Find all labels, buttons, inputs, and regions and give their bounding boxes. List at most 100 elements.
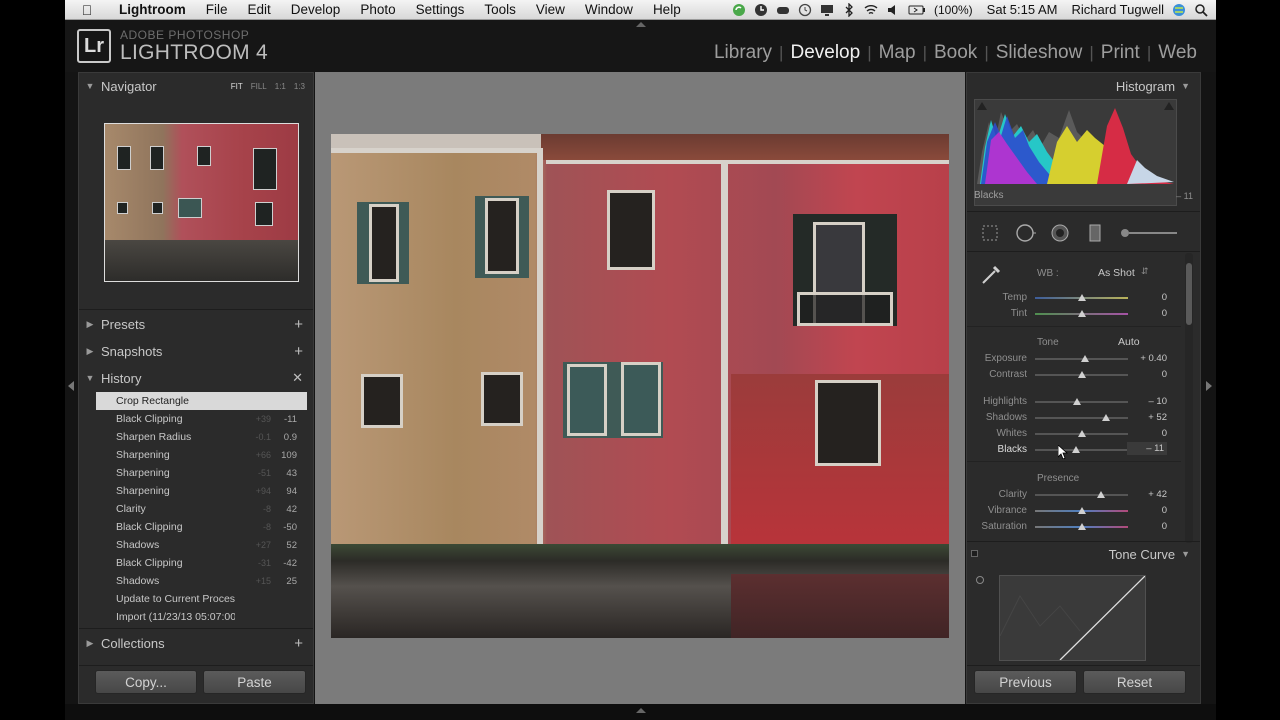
tone-curve-header[interactable]: Tone Curve ▼ [967, 541, 1200, 567]
tone-curve-graph[interactable] [999, 575, 1146, 661]
menu-help[interactable]: Help [643, 2, 691, 17]
history-item[interactable]: Shadows +27 52 [96, 536, 307, 554]
blacks-slider[interactable] [1035, 449, 1128, 451]
add-snapshot-icon[interactable]: + [294, 343, 303, 360]
time-machine-icon[interactable] [798, 3, 812, 17]
zoom-fill[interactable]: FILL [251, 82, 267, 91]
navigator-header[interactable]: ▼ Navigator FIT FILL 1:1 1:3 [79, 73, 313, 99]
gamepad-icon[interactable] [776, 3, 790, 17]
highlights-slider[interactable] [1035, 401, 1128, 403]
vibrance-value[interactable]: 0 [1127, 505, 1167, 516]
zoom-1-3[interactable]: 1:3 [294, 82, 305, 91]
shadow-clipping-icon[interactable] [977, 102, 987, 110]
tint-slider-knob[interactable] [1077, 310, 1086, 317]
scrollbar-thumb[interactable] [1186, 263, 1192, 325]
clock-icon[interactable] [754, 3, 768, 17]
expand-triangle-icon[interactable]: ▶ [79, 346, 101, 357]
saturation-value[interactable]: 0 [1127, 521, 1167, 532]
shadows-slider[interactable] [1035, 417, 1128, 419]
develop-photo[interactable] [331, 134, 949, 638]
whites-value[interactable]: 0 [1127, 428, 1167, 439]
expand-triangle-icon[interactable]: ▶ [79, 319, 101, 330]
history-item[interactable]: Crop Rectangle [96, 392, 307, 410]
history-item[interactable]: Sharpening -51 43 [96, 464, 307, 482]
blacks-value[interactable]: – 11 [1127, 442, 1167, 455]
module-map[interactable]: Map [872, 42, 923, 64]
history-item[interactable]: Black Clipping -8 -50 [96, 518, 307, 536]
highlights-value[interactable]: – 10 [1127, 396, 1168, 407]
volume-icon[interactable] [886, 3, 900, 17]
temp-slider-knob[interactable] [1077, 294, 1086, 301]
module-web[interactable]: Web [1151, 42, 1204, 64]
left-panel-toggle-icon[interactable] [68, 381, 74, 391]
auto-tone-button[interactable]: Auto [1118, 336, 1140, 348]
contrast-slider-knob[interactable] [1077, 371, 1086, 378]
zoom-fit[interactable]: FIT [231, 82, 243, 91]
menu-view[interactable]: View [526, 2, 575, 17]
module-develop[interactable]: Develop [783, 42, 867, 64]
adjustment-brush-icon[interactable] [1119, 222, 1179, 244]
contrast-value[interactable]: 0 [1127, 369, 1167, 380]
menu-photo[interactable]: Photo [350, 2, 405, 17]
crop-tool-icon[interactable] [979, 222, 1001, 244]
wifi-icon[interactable] [864, 3, 878, 17]
previous-button[interactable]: Previous [974, 670, 1077, 694]
histogram-header[interactable]: Histogram ▼ [967, 73, 1200, 99]
top-panel-toggle-icon[interactable] [636, 22, 646, 27]
navigator-preview[interactable] [104, 123, 299, 282]
history-item[interactable]: Sharpening +66 109 [96, 446, 307, 464]
apple-icon[interactable]:  [65, 2, 109, 18]
sync-icon[interactable] [732, 3, 746, 17]
display-icon[interactable] [820, 3, 834, 17]
clarity-value[interactable]: + 42 [1127, 489, 1167, 500]
module-print[interactable]: Print [1094, 42, 1147, 64]
tint-value[interactable]: 0 [1127, 308, 1167, 319]
clarity-slider-knob[interactable] [1097, 491, 1106, 498]
histogram-display[interactable] [974, 99, 1177, 206]
spot-removal-icon[interactable] [1014, 222, 1036, 244]
module-slideshow[interactable]: Slideshow [989, 42, 1090, 64]
whites-slider-knob[interactable] [1077, 430, 1086, 437]
menu-user[interactable]: Richard Tugwell [1072, 2, 1165, 17]
menu-clock[interactable]: Sat 5:15 AM [987, 2, 1058, 17]
battery-icon[interactable] [908, 3, 926, 17]
clarity-slider[interactable] [1035, 494, 1128, 496]
bluetooth-icon[interactable] [842, 2, 856, 17]
temp-value[interactable]: 0 [1127, 292, 1167, 303]
exposure-slider-knob[interactable] [1081, 355, 1090, 362]
globe-icon[interactable] [1172, 3, 1186, 17]
add-preset-icon[interactable]: + [294, 316, 303, 333]
history-item[interactable]: Sharpening +94 94 [96, 482, 307, 500]
menu-app[interactable]: Lightroom [109, 2, 196, 17]
shadows-value[interactable]: + 52 [1127, 412, 1167, 423]
highlights-slider-knob[interactable] [1072, 398, 1081, 405]
paste-settings-button[interactable]: Paste [203, 670, 306, 694]
graduated-filter-icon[interactable] [1084, 222, 1106, 244]
image-canvas[interactable] [315, 72, 965, 704]
red-eye-icon[interactable] [1049, 222, 1071, 244]
vibrance-slider-knob[interactable] [1077, 507, 1086, 514]
zoom-1-1[interactable]: 1:1 [275, 82, 286, 91]
history-item[interactable]: Shadows +15 25 [96, 572, 307, 590]
snapshots-header[interactable]: ▶ Snapshots + [79, 338, 313, 364]
module-book[interactable]: Book [927, 42, 984, 64]
collapse-triangle-icon[interactable]: ▼ [79, 373, 101, 383]
wb-eyedropper-icon[interactable] [979, 261, 1005, 292]
expand-triangle-icon[interactable]: ▶ [79, 638, 101, 649]
collections-header[interactable]: ▶ Collections + [79, 630, 313, 656]
history-header[interactable]: ▼ History ✕ [79, 365, 313, 391]
add-collection-icon[interactable]: + [294, 635, 303, 652]
shadows-slider-knob[interactable] [1101, 414, 1110, 421]
collapse-triangle-icon[interactable]: ▼ [1181, 549, 1190, 559]
reset-button[interactable]: Reset [1083, 670, 1186, 694]
menu-window[interactable]: Window [575, 2, 643, 17]
history-item[interactable]: Black Clipping -31 -42 [96, 554, 307, 572]
dropdown-arrows-icon[interactable]: ⇵ [1141, 266, 1149, 277]
exposure-value[interactable]: + 0.40 [1127, 353, 1167, 364]
blacks-slider-knob[interactable] [1072, 446, 1081, 453]
filmstrip-toggle-icon[interactable] [636, 708, 646, 713]
history-item[interactable]: Clarity -8 42 [96, 500, 307, 518]
targeted-adjustment-icon[interactable] [976, 576, 984, 584]
clear-history-icon[interactable]: ✕ [292, 370, 303, 386]
menu-tools[interactable]: Tools [474, 2, 526, 17]
